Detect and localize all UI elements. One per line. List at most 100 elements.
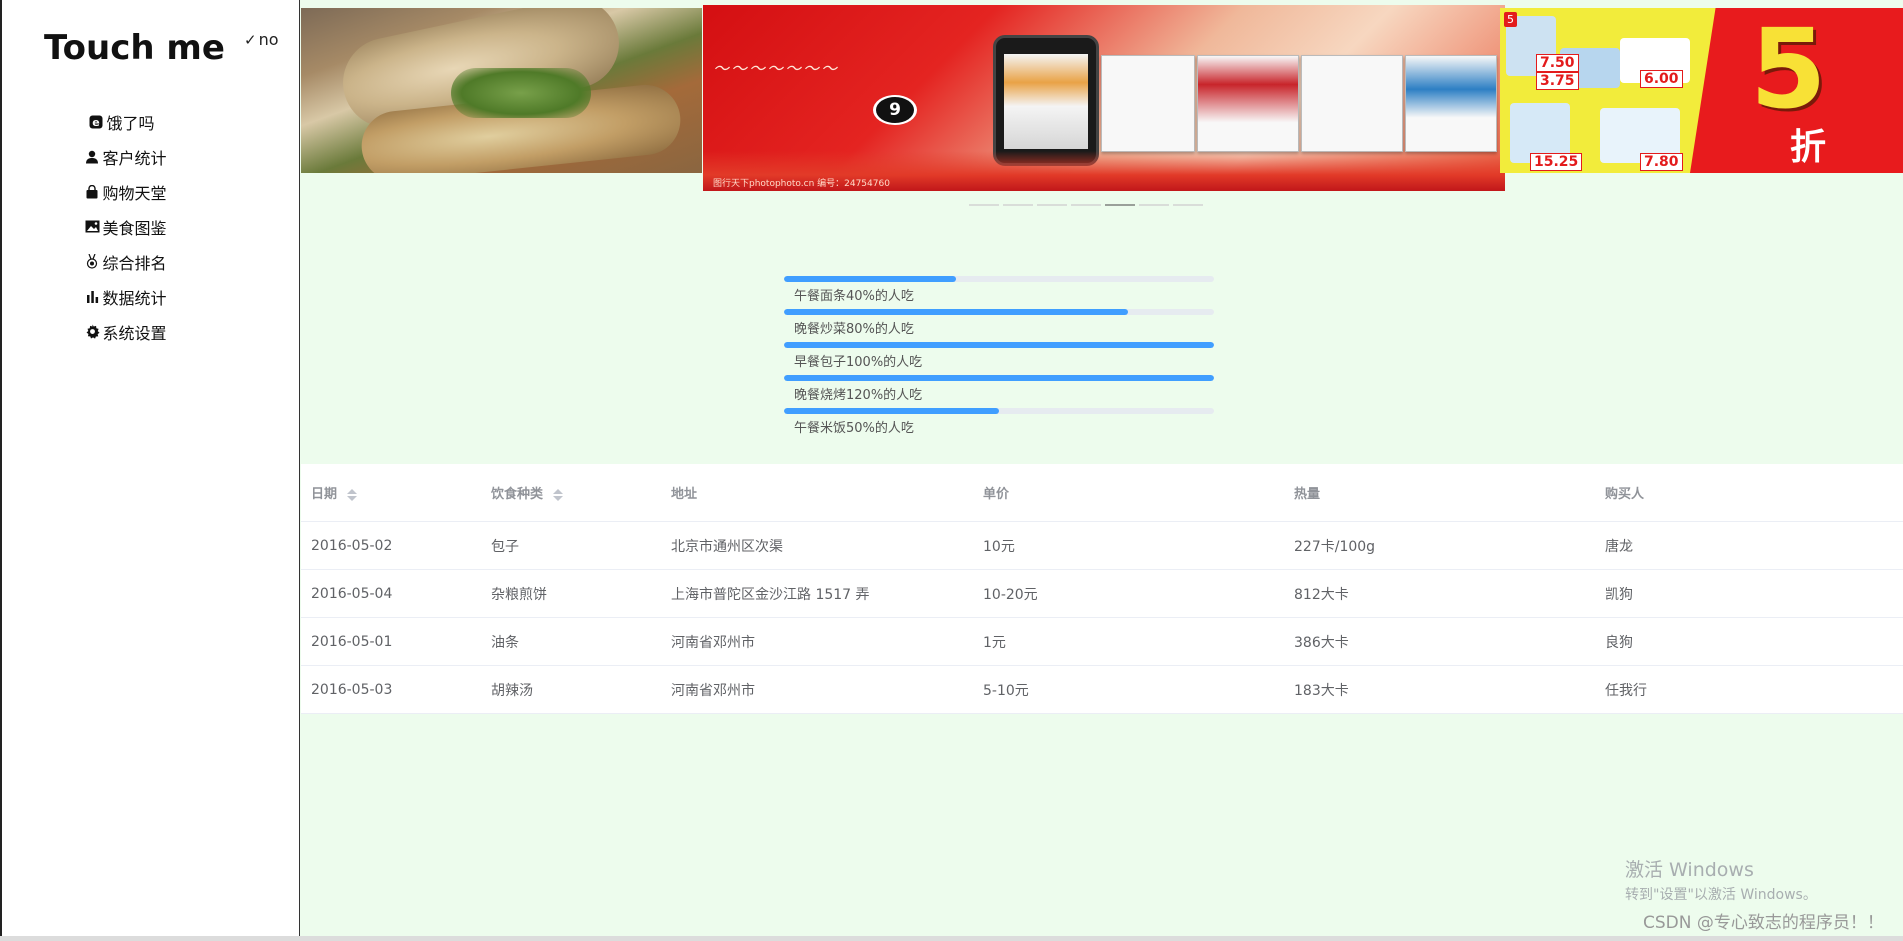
progress-item: 晚餐烧烤120%的人吃 (784, 375, 1214, 408)
column-header-food-type[interactable]: 饮食种类 (481, 464, 661, 522)
price-tag: 15.25 (1530, 153, 1583, 171)
number-badge: 9 (873, 95, 917, 125)
carousel-slide-mobile-ad: 〜〜〜〜〜〜〜 9 图行天下photophoto.cn 编号：24754760 (703, 5, 1505, 191)
app-root: Touch me ✓ no e 饿了吗 客户统计 购物天堂 美食图鉴 综合排名 … (0, 0, 1903, 941)
sidebar-item-label: 美食图鉴 (102, 218, 167, 238)
toggle-label: no (258, 30, 279, 49)
sort-icon[interactable] (346, 488, 357, 501)
discount-unit: 折 (1790, 127, 1827, 168)
carousel-indicator[interactable] (1139, 204, 1169, 206)
table-cell: 183大卡 (1284, 665, 1595, 714)
table-cell: 10-20元 (973, 569, 1284, 618)
sidebar-item-eleme[interactable]: e 饿了吗 (2, 104, 299, 139)
carousel-indicator[interactable] (1037, 204, 1067, 206)
check-icon: ✓ (244, 30, 257, 49)
table-cell: 胡辣汤 (481, 665, 661, 714)
sort-icon[interactable] (552, 488, 563, 501)
table-cell: 河南省邓州市 (661, 617, 973, 666)
table-cell: 良狗 (1595, 617, 1903, 666)
table-cell: 1元 (973, 617, 1284, 666)
svg-text:e: e (93, 116, 100, 129)
carousel-indicators (969, 204, 1203, 206)
progress-label: 晚餐炒菜80%的人吃 (794, 322, 914, 337)
carousel-indicator[interactable] (969, 204, 999, 206)
windows-activation-watermark: 激活 Windows 转到"设置"以激活 Windows。 (1625, 855, 1817, 904)
food-table: 日期 饮食种类 地址 单价 热量 购买人 2016-05-02 包子 北京市通州… (301, 464, 1903, 714)
carousel-indicator[interactable] (1071, 204, 1101, 206)
sidebar-item-settings[interactable]: 系统设置 (2, 314, 299, 349)
carousel-indicator[interactable] (1173, 204, 1203, 206)
image-caption: 图行天下photophoto.cn 编号：24754760 (713, 179, 890, 189)
column-header-buyer: 购买人 (1595, 464, 1903, 522)
carousel-slide-discount: 5 7.50 3.75 6.00 15.25 7.80 5 折 (1500, 8, 1903, 173)
table-cell: 2016-05-04 (301, 569, 481, 618)
main-content: 〜〜〜〜〜〜〜 9 图行天下photophoto.cn 编号：24754760 … (301, 0, 1903, 936)
price-tag: 7.80 (1640, 153, 1683, 171)
screenshot-card (1101, 55, 1195, 152)
table-cell: 河南省邓州市 (661, 665, 973, 714)
table-cell: 包子 (481, 521, 661, 570)
collapse-toggle[interactable]: ✓ no (244, 30, 279, 49)
progress-fill (784, 342, 1214, 348)
progress-track (784, 342, 1214, 348)
carousel-indicator-active[interactable] (1105, 204, 1135, 206)
sidebar-item-label: 购物天堂 (102, 183, 167, 203)
progress-item: 午餐面条40%的人吃 (784, 276, 1214, 309)
price-tag: 7.50 (1536, 54, 1579, 72)
gear-icon (84, 324, 100, 340)
shopping-bag-icon (84, 184, 100, 200)
progress-fill (784, 276, 956, 282)
table-cell: 2016-05-02 (301, 521, 481, 570)
progress-track (784, 276, 1214, 282)
screenshot-card (1405, 55, 1497, 152)
sidebar-item-ranking[interactable]: 综合排名 (2, 244, 299, 279)
sidebar-item-statistics[interactable]: 数据统计 (2, 279, 299, 314)
carousel-slide-wrap-food (301, 8, 702, 173)
progress-item: 早餐包子100%的人吃 (784, 342, 1214, 375)
progress-track (784, 375, 1214, 381)
sidebar-item-label: 饿了吗 (106, 113, 155, 133)
food-greens-image (451, 68, 591, 118)
sidebar-item-label: 系统设置 (102, 323, 167, 343)
carousel-indicator[interactable] (1003, 204, 1033, 206)
screenshot-card (1197, 55, 1299, 152)
user-icon (84, 149, 100, 165)
activation-subtitle: 转到"设置"以激活 Windows。 (1625, 887, 1817, 903)
progress-track (784, 408, 1214, 414)
medal-icon (84, 254, 100, 270)
sidebar-item-food-gallery[interactable]: 美食图鉴 (2, 209, 299, 244)
progress-item: 晚餐炒菜80%的人吃 (784, 309, 1214, 342)
progress-label: 晚餐烧烤120%的人吃 (794, 388, 923, 403)
screenshot-card (1301, 55, 1403, 152)
sidebar: Touch me ✓ no e 饿了吗 客户统计 购物天堂 美食图鉴 综合排名 … (0, 0, 300, 936)
sidebar-menu: e 饿了吗 客户统计 购物天堂 美食图鉴 综合排名 数据统计 系统设置 (2, 104, 299, 349)
table-cell: 386大卡 (1284, 617, 1595, 666)
table-cell: 上海市普陀区金沙江路 1517 弄 (661, 569, 973, 618)
table-row: 2016-05-04 杂粮煎饼 上海市普陀区金沙江路 1517 弄 10-20元… (301, 569, 1903, 618)
progress-fill (784, 408, 999, 414)
sidebar-item-shopping[interactable]: 购物天堂 (2, 174, 299, 209)
discount-number: 5 (1750, 8, 1827, 133)
table-header-row: 日期 饮食种类 地址 单价 热量 购买人 (301, 464, 1903, 522)
sidebar-item-label: 客户统计 (102, 148, 167, 168)
progress-list: 午餐面条40%的人吃 晚餐炒菜80%的人吃 早餐包子100%的人吃 晚餐烧烤12… (784, 276, 1214, 441)
discount-tag: 5 (1504, 12, 1517, 27)
table-cell: 2016-05-01 (301, 617, 481, 666)
table-cell: 227卡/100g (1284, 521, 1595, 570)
sidebar-item-label: 综合排名 (102, 253, 167, 273)
activation-title: 激活 Windows (1625, 859, 1754, 881)
bar-chart-icon (84, 289, 100, 305)
progress-label: 午餐米饭50%的人吃 (794, 421, 914, 436)
progress-label: 早餐包子100%的人吃 (794, 355, 923, 370)
progress-fill (784, 375, 1214, 381)
table-cell: 油条 (481, 617, 661, 666)
table-cell: 5-10元 (973, 665, 1284, 714)
table-cell: 唐龙 (1595, 521, 1903, 570)
horizontal-scrollbar[interactable] (0, 936, 1903, 941)
table-cell: 10元 (973, 521, 1284, 570)
column-header-date[interactable]: 日期 (301, 464, 481, 522)
sidebar-item-customers[interactable]: 客户统计 (2, 139, 299, 174)
table-row: 2016-05-01 油条 河南省邓州市 1元 386大卡 良狗 (301, 617, 1903, 666)
image-carousel[interactable]: 〜〜〜〜〜〜〜 9 图行天下photophoto.cn 编号：24754760 … (301, 5, 1903, 206)
progress-fill (784, 309, 1128, 315)
